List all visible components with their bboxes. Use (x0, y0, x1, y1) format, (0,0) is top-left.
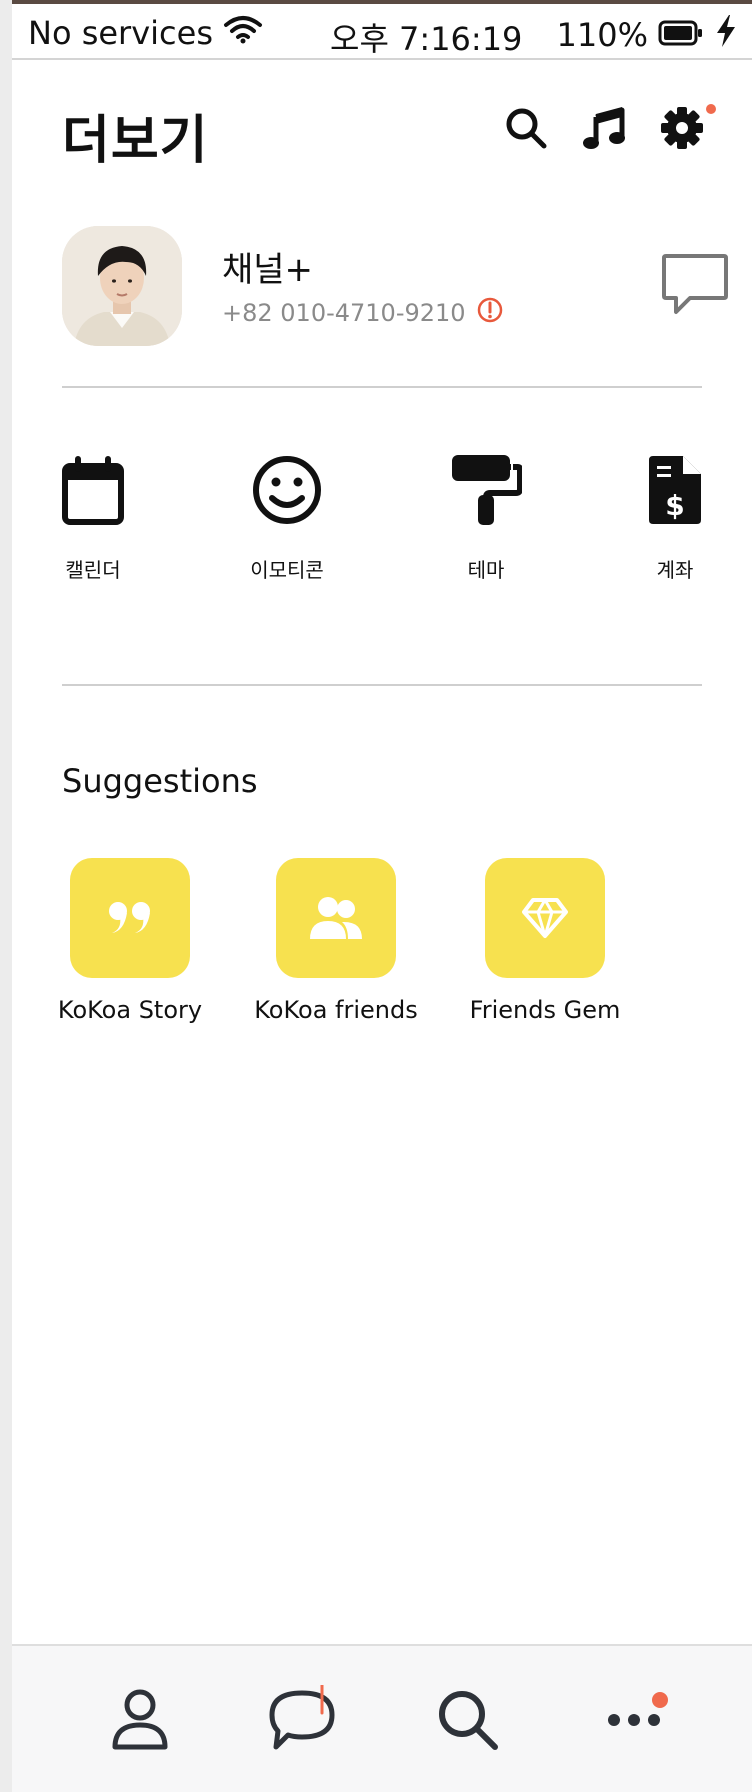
divider-profile (62, 386, 702, 388)
nav-friends[interactable] (100, 1682, 180, 1762)
profile-phone: +82 010-4710-9210 (222, 299, 466, 327)
settings-button[interactable] (656, 104, 708, 156)
people-icon (276, 858, 396, 978)
friends-icon (110, 1687, 170, 1757)
calendar-icon (55, 452, 131, 528)
chats-icon (266, 1683, 338, 1759)
left-edge (0, 0, 12, 1792)
calendar-label: 캘린더 (65, 558, 121, 582)
svg-text:$: $ (665, 489, 684, 522)
nav-chats[interactable] (262, 1682, 342, 1762)
suggestion-friends-gem[interactable]: Friends Gem (455, 858, 635, 1024)
more-icon (604, 1710, 664, 1734)
suggestion-kokoa-friends[interactable]: KoKoa friends (246, 858, 426, 1024)
quick-menu-emoticon[interactable]: 이모티콘 (222, 452, 352, 583)
carrier-label: No services (28, 14, 213, 52)
battery-percent: 110% (556, 16, 648, 54)
settings-icon (659, 105, 705, 155)
more-screen: No services 오후 7:16:19 110% 더보기 채널+ +82 … (0, 0, 752, 1792)
music-button[interactable] (578, 104, 630, 156)
quick-menu-theme[interactable]: 테마 (421, 452, 551, 583)
quick-menu-account[interactable]: $ 계좌 (610, 452, 740, 583)
battery-icon (658, 16, 704, 54)
quick-menu-calendar[interactable]: 캘린더 (28, 452, 158, 583)
settings-notification-dot (706, 104, 716, 114)
page-title: 더보기 (62, 111, 209, 171)
gem-icon (485, 858, 605, 978)
search-icon (504, 106, 548, 154)
profile-name[interactable]: 채널+ (222, 242, 313, 291)
nav-search[interactable] (428, 1682, 508, 1762)
theme-label: 테마 (467, 558, 505, 582)
smiley-icon (249, 452, 325, 528)
bottom-nav (12, 1644, 752, 1792)
avatar[interactable] (62, 226, 182, 346)
clock: 오후 7:16:19 (330, 20, 523, 58)
search-button[interactable] (500, 104, 552, 156)
quote-icon (70, 858, 190, 978)
profile-phone-row: +82 010-4710-9210 (222, 296, 504, 330)
kokoa-friends-label: KoKoa friends (254, 996, 418, 1024)
search-icon (435, 1687, 501, 1757)
paint-roller-icon (448, 452, 524, 528)
suggestions-title: Suggestions (62, 762, 258, 800)
music-icon (581, 105, 627, 155)
suggestion-kokoa-story[interactable]: KoKoa Story (40, 858, 220, 1024)
more-notification-dot (652, 1692, 668, 1708)
charging-icon (714, 14, 738, 56)
divider-menu (62, 684, 702, 686)
status-bar: No services 오후 7:16:19 110% (12, 4, 752, 60)
kokoa-story-label: KoKoa Story (57, 996, 203, 1024)
account-label: 계좌 (656, 558, 694, 582)
friends-gem-label: Friends Gem (469, 996, 621, 1024)
invoice-dollar-icon: $ (637, 452, 713, 528)
chat-bubble-icon (660, 254, 730, 322)
profile-chat-button[interactable] (660, 252, 730, 318)
wifi-icon (223, 14, 263, 52)
warning-icon[interactable] (476, 296, 504, 330)
emoticon-label: 이모티콘 (250, 558, 324, 582)
